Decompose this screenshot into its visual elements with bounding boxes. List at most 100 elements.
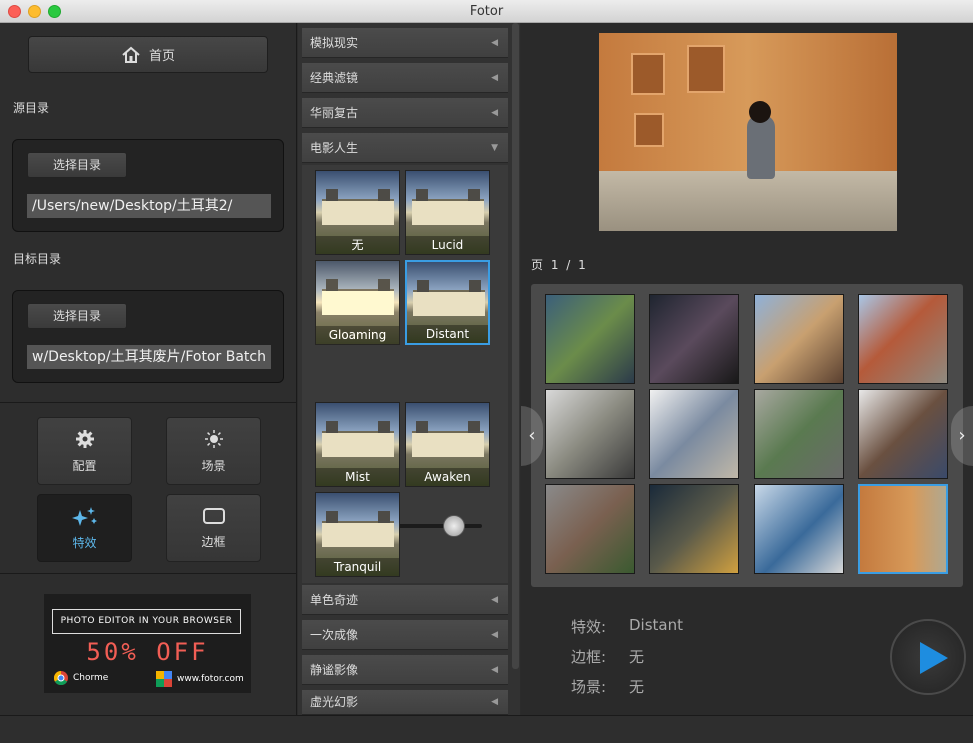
filter-list: 无 Lucid Gloaming Distant 强度 Mist Awaken … — [302, 165, 508, 583]
photo-thumb[interactable] — [858, 389, 948, 479]
start-process-button[interactable] — [890, 619, 966, 695]
config-button[interactable]: 配置 — [37, 417, 132, 485]
category-mono[interactable]: 单色奇迹 ◀ — [302, 585, 508, 615]
filter-label: Distant — [407, 325, 488, 343]
filter-thumb-gloaming[interactable]: Gloaming — [315, 260, 400, 345]
category-instant[interactable]: 一次成像 ◀ — [302, 620, 508, 650]
prev-page-arrow-icon[interactable]: ‹ — [521, 406, 543, 466]
photo-thumb[interactable] — [649, 294, 739, 384]
source-choose-dir-button[interactable]: 选择目录 — [27, 152, 127, 178]
castle-image — [413, 280, 485, 316]
category-label: 模拟现实 — [310, 36, 359, 50]
filter-thumb-lucid[interactable]: Lucid — [405, 170, 490, 255]
page-indicator: 页 1 / 1 — [531, 258, 588, 272]
title-bar: Fotor — [0, 0, 973, 23]
preview-image — [599, 33, 897, 231]
category-label: 华丽复古 — [310, 106, 359, 120]
frame-info-label: 边框: — [571, 648, 607, 666]
category-label: 经典滤镜 — [310, 71, 359, 85]
filter-thumb-none[interactable]: 无 — [315, 170, 400, 255]
promo-site-label: www.fotor.com — [177, 674, 244, 684]
promo-chrome-label: Chorme — [73, 673, 109, 683]
photo-thumb[interactable] — [545, 294, 635, 384]
photo-thumb[interactable] — [858, 294, 948, 384]
info-effect: 特效: Distant — [571, 616, 683, 637]
category-simulate[interactable]: 模拟现实 ◀ — [302, 28, 508, 58]
frame-label: 边框 — [201, 534, 226, 549]
frame-button[interactable]: 边框 — [166, 494, 261, 562]
vertical-scrollbar[interactable] — [512, 23, 519, 669]
photo-thumb[interactable] — [754, 294, 844, 384]
photo-thumb[interactable] — [545, 389, 635, 479]
frame-icon — [202, 507, 225, 524]
photo-thumb[interactable] — [545, 484, 635, 574]
person-figure — [747, 115, 775, 179]
collapse-arrow-icon: ◀ — [491, 595, 498, 605]
status-bar — [0, 715, 973, 743]
scene-button[interactable]: 场景 — [166, 417, 261, 485]
collapse-arrow-icon: ◀ — [491, 38, 498, 48]
category-serene[interactable]: 静谧影像 ◀ — [302, 655, 508, 685]
category-label: 静谧影像 — [310, 663, 359, 677]
promo-chrome: Chorme — [54, 671, 108, 685]
photo-thumb[interactable] — [754, 484, 844, 574]
collapse-arrow-icon: ◀ — [491, 665, 498, 675]
effects-button[interactable]: 特效 — [37, 494, 132, 562]
category-vintage[interactable]: 华丽复古 ◀ — [302, 98, 508, 128]
filter-thumb-awaken[interactable]: Awaken — [405, 402, 490, 487]
effects-panel: 模拟现实 ◀ 经典滤镜 ◀ 华丽复古 ◀ 电影人生 ▼ 无 Lucid Gloa… — [298, 23, 520, 715]
home-button[interactable]: 首页 — [28, 36, 268, 73]
window-shape — [687, 45, 725, 93]
filter-label: Tranquil — [316, 558, 399, 576]
scene-info-label: 场景: — [571, 678, 607, 696]
minimize-window-button[interactable] — [28, 5, 41, 18]
play-icon — [920, 642, 948, 674]
photo-grid: ‹ › — [521, 284, 973, 587]
category-cinema[interactable]: 电影人生 ▼ — [302, 133, 508, 163]
collapse-arrow-icon: ◀ — [491, 73, 498, 83]
target-choose-dir-button[interactable]: 选择目录 — [27, 303, 127, 329]
source-dir-label: 源目录 — [13, 101, 50, 115]
divider — [0, 573, 297, 574]
next-page-arrow-icon[interactable]: › — [951, 406, 973, 466]
filter-thumb-tranquil[interactable]: Tranquil — [315, 492, 400, 577]
photo-thumb-selected[interactable] — [858, 484, 948, 574]
category-label: 电影人生 — [310, 141, 359, 155]
left-panel: 首页 源目录 选择目录 /Users/new/Desktop/土耳其2/ 目标目… — [0, 23, 297, 715]
sparkle-icon — [71, 506, 97, 526]
category-label: 虚光幻影 — [310, 695, 359, 709]
target-dir-path: w/Desktop/土耳其废片/Fotor Batch — [27, 345, 271, 369]
close-window-button[interactable] — [8, 5, 21, 18]
photo-thumb[interactable] — [649, 484, 739, 574]
promo-banner[interactable]: PHOTO EDITOR IN YOUR BROWSER 50% OFF Cho… — [44, 594, 251, 693]
source-dir-path: /Users/new/Desktop/土耳其2/ — [27, 194, 271, 218]
strength-slider-knob[interactable] — [443, 515, 466, 537]
sun-icon — [204, 429, 223, 448]
zoom-window-button[interactable] — [48, 5, 61, 18]
effect-value: Distant — [629, 616, 683, 634]
filter-thumb-distant[interactable]: Distant — [405, 260, 490, 345]
promo-headline: PHOTO EDITOR IN YOUR BROWSER — [52, 609, 241, 634]
collapse-arrow-icon: ◀ — [491, 108, 498, 118]
window-shape — [634, 113, 664, 147]
config-label: 配置 — [72, 458, 97, 473]
target-dir-box: 选择目录 w/Desktop/土耳其废片/Fotor Batch — [12, 290, 284, 383]
photo-thumb[interactable] — [649, 389, 739, 479]
chrome-icon — [54, 671, 68, 685]
target-dir-label: 目标目录 — [13, 252, 62, 266]
collapse-arrow-icon: ◀ — [491, 630, 498, 640]
filter-thumb-mist[interactable]: Mist — [315, 402, 400, 487]
source-dir-box: 选择目录 /Users/new/Desktop/土耳其2/ — [12, 139, 284, 232]
info-scene: 场景: 无 — [571, 676, 644, 697]
castle-image — [412, 189, 484, 225]
castle-image — [322, 421, 394, 457]
photo-thumb[interactable] — [754, 389, 844, 479]
filter-label: Awaken — [406, 468, 489, 486]
effects-label: 特效 — [72, 535, 97, 550]
expand-arrow-icon: ▼ — [491, 143, 498, 153]
filter-label: 无 — [316, 236, 399, 254]
category-vignette[interactable]: 虚光幻影 ◀ — [302, 690, 508, 715]
category-classic[interactable]: 经典滤镜 ◀ — [302, 63, 508, 93]
category-label: 一次成像 — [310, 628, 359, 642]
filter-label: Mist — [316, 468, 399, 486]
